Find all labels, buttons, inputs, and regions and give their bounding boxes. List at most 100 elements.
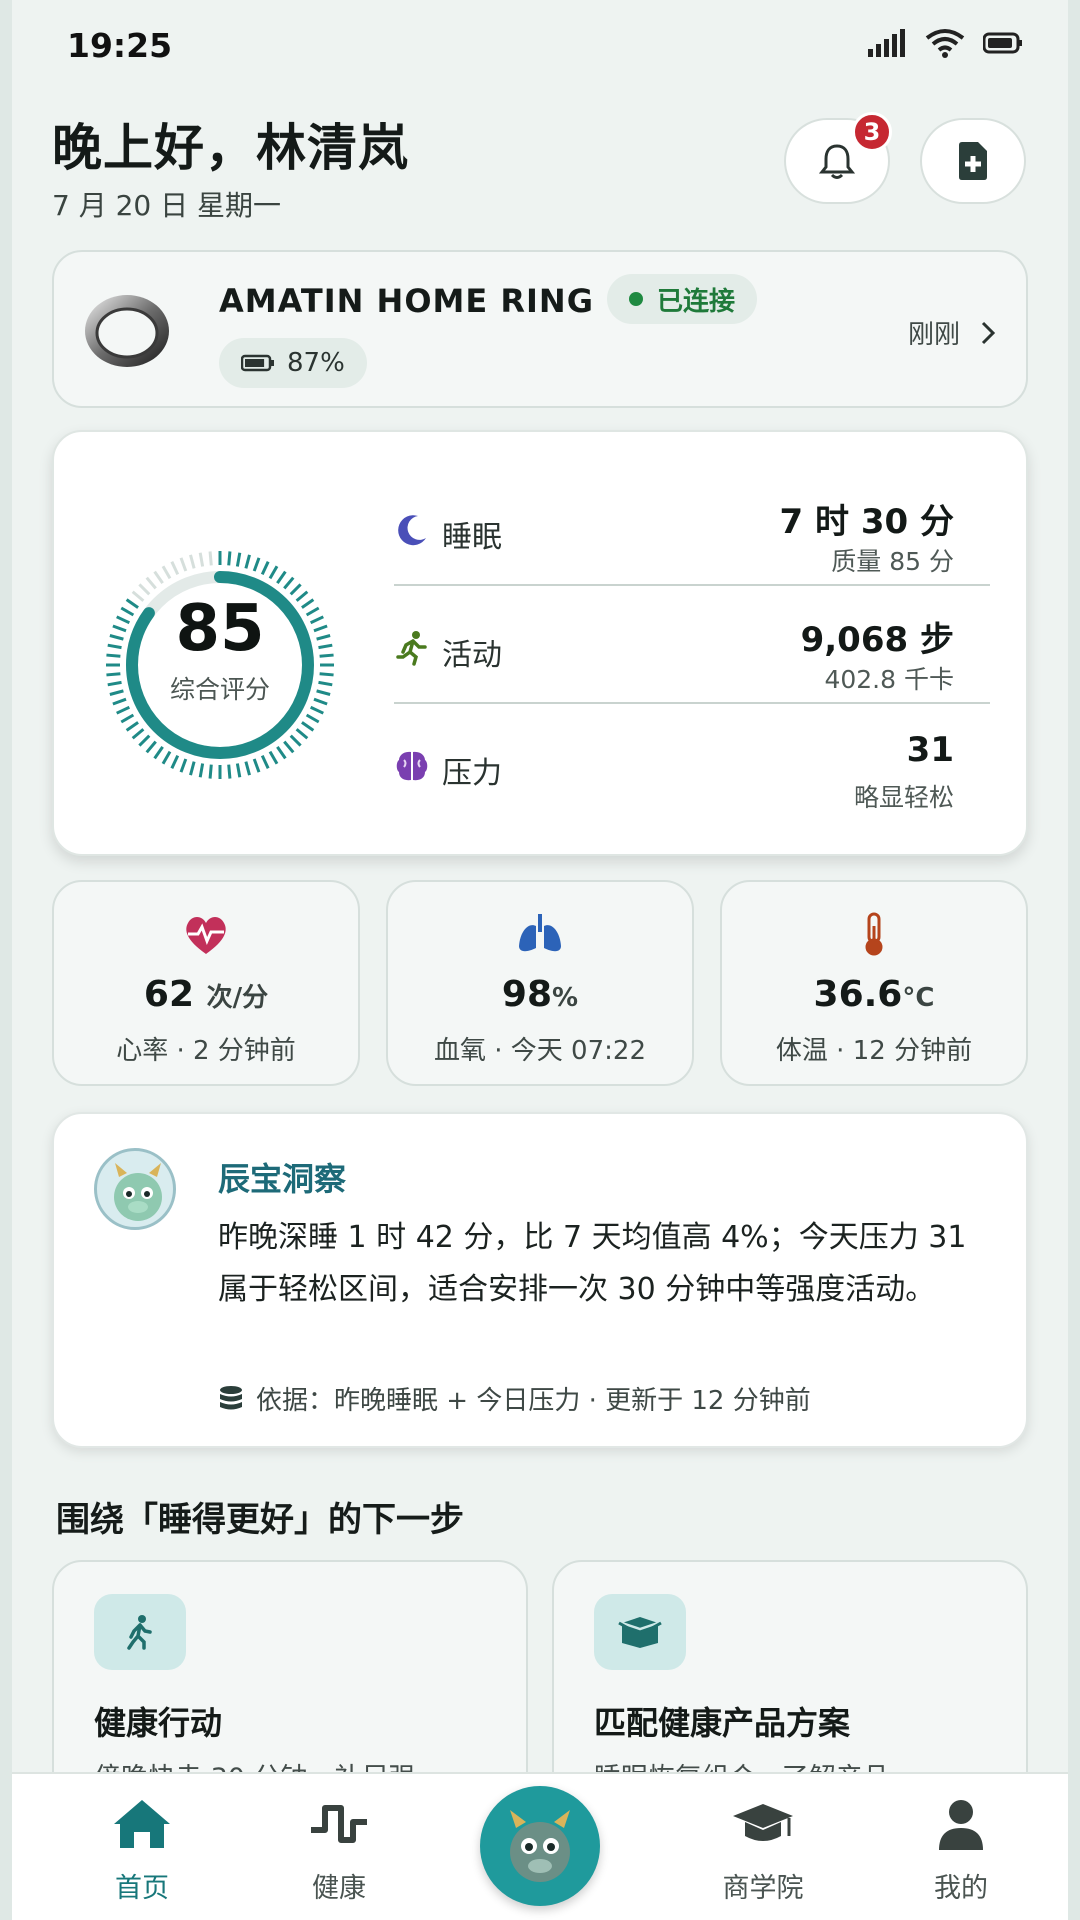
metric-subvalue: 402.8 千卡 — [824, 665, 954, 694]
score-ring-tick — [170, 561, 180, 576]
tab-label: 首页 — [115, 1873, 169, 1904]
device-card[interactable]: AMATIN HOME RING 已连接 87% 刚刚 — [52, 250, 1028, 408]
tab-academy[interactable]: 商学院 — [688, 1796, 838, 1905]
brain-icon — [396, 751, 428, 781]
add-record-button[interactable] — [920, 118, 1026, 204]
score-ring-tick — [161, 565, 172, 580]
score-ring-tick — [198, 552, 205, 567]
device-name: AMATIN HOME RING — [219, 282, 594, 320]
vital-value: 98% — [388, 974, 692, 1015]
vital-caption: 体温 · 12 分钟前 — [775, 1036, 973, 1066]
metric-activity[interactable]: 活动 9,068 步 402.8 千卡 — [394, 590, 994, 708]
vital-caption: 血氧 · 今天 07:22 — [434, 1036, 646, 1066]
score-label: 综合评分 — [169, 675, 270, 704]
vital-caption: 心率 · 2 分钟前 — [116, 1036, 296, 1066]
metric-stress[interactable]: 压力 31 略显轻松 — [394, 708, 994, 826]
score-ring-tick — [283, 576, 295, 590]
score-ring-tick — [260, 754, 270, 769]
score-value: 85 — [175, 592, 265, 666]
step-icon-container — [94, 1594, 186, 1670]
score-ring-tick — [170, 754, 180, 769]
insight-title: 辰宝洞察 — [218, 1160, 347, 1198]
score-ring-tick — [227, 764, 232, 779]
smart-ring-image — [85, 295, 169, 367]
score-ring-tick — [153, 570, 164, 584]
score-ring-tick — [189, 554, 196, 569]
user-icon — [939, 1800, 983, 1850]
status-time: 19:25 — [67, 26, 173, 65]
tab-health[interactable]: 健康 — [264, 1796, 414, 1905]
next-steps-title: 围绕「睡得更好」的下一步 — [56, 1500, 464, 1540]
heart-pulse-icon — [186, 917, 226, 954]
divider — [394, 584, 990, 586]
score-ring-tick — [268, 565, 279, 580]
score-ring-tick — [260, 561, 270, 576]
step-title: 健康行动 — [94, 1704, 223, 1742]
dragon-mascot-icon — [510, 1810, 570, 1882]
vital-unit: 次/分 — [206, 983, 269, 1013]
box-icon — [618, 1617, 662, 1648]
tab-label: 我的 — [934, 1873, 988, 1904]
metric-label: 活动 — [442, 638, 502, 673]
lungs-icon — [519, 914, 561, 952]
metric-subvalue: 略显轻松 — [853, 783, 954, 812]
health-score-card[interactable]: 85 综合评分 睡眠 7 时 30 分 质量 85 分 活动 9,068 步 4… — [52, 430, 1028, 856]
score-ring-tick — [283, 740, 295, 754]
tab-home[interactable]: 首页 — [67, 1796, 217, 1905]
score-ring-tick — [179, 557, 188, 572]
vital-unit: % — [552, 983, 579, 1013]
tab-label: 健康 — [312, 1873, 366, 1904]
metric-value: 9,068 步 — [800, 620, 954, 660]
vital-card-blood-oxygen[interactable]: 98% 血氧 · 今天 07:22 — [386, 880, 694, 1086]
last-sync[interactable]: 刚刚 — [908, 314, 996, 351]
metric-label: 睡眠 — [442, 520, 502, 555]
score-ring-tick — [116, 705, 131, 715]
battery-percent: 87% — [287, 348, 345, 378]
vital-value: 36.6°C — [722, 974, 1026, 1015]
metric-sleep[interactable]: 睡眠 7 时 30 分 质量 85 分 — [394, 472, 994, 590]
insight-card[interactable]: 辰宝洞察 昨晚深睡 1 时 42 分，比 7 天均值高 4%；今天压力 31 属… — [52, 1112, 1028, 1448]
score-ring-tick — [120, 713, 135, 724]
score-ring-tick — [268, 750, 279, 765]
score-ring-tick — [125, 721, 139, 732]
signal-icon — [868, 29, 905, 57]
vital-number: 62 — [143, 974, 195, 1015]
score-ring-tick — [309, 705, 324, 715]
score-ring-tick — [138, 734, 151, 747]
greeting-title: 晚上好，林清岚 — [52, 119, 409, 177]
score-ring-tick — [208, 551, 213, 566]
battery-pill: 87% — [219, 338, 367, 388]
vital-number: 98 — [501, 974, 553, 1015]
metric-subvalue: 质量 85 分 — [831, 547, 954, 576]
notification-button[interactable]: 3 — [784, 112, 892, 204]
step-title: 匹配健康产品方案 — [594, 1704, 851, 1742]
score-ring-tick — [208, 764, 213, 779]
status-bar: 19:25 — [12, 0, 1068, 90]
score-ring-tick — [153, 746, 164, 760]
score-ring-tick — [145, 576, 157, 590]
running-icon — [396, 631, 427, 666]
moon-icon — [398, 515, 426, 546]
step-icon-container — [594, 1594, 686, 1670]
tab-me[interactable]: 我的 — [886, 1796, 1036, 1905]
vital-card-temperature[interactable]: 36.6°C 体温 · 12 分钟前 — [720, 880, 1028, 1086]
status-icons — [867, 28, 1023, 58]
mascot-center-button[interactable] — [480, 1786, 600, 1906]
medical-document-icon — [959, 142, 987, 180]
score-ring-tick — [276, 570, 287, 584]
chevron-right-icon — [981, 321, 996, 344]
score-ring-tick — [161, 750, 172, 765]
battery-level-icon — [241, 354, 274, 372]
score-ring-tick — [235, 552, 242, 567]
insight-body: 昨晚深睡 1 时 42 分，比 7 天均值高 4%；今天压力 31 属于轻松区间… — [218, 1220, 967, 1307]
dragon-mascot-avatar — [94, 1148, 176, 1230]
score-ring-tick — [252, 557, 261, 572]
score-ring-tick — [301, 721, 315, 732]
bell-icon — [819, 144, 855, 179]
bottom-tab-bar: 首页 健康 商学院 我的 — [12, 1772, 1068, 1920]
vital-card-heart-rate[interactable]: 62 次/分 心率 · 2 分钟前 — [52, 880, 360, 1086]
battery-icon — [983, 32, 1022, 54]
divider — [394, 702, 990, 704]
score-ring-tick — [198, 763, 205, 778]
score-ring-tick — [276, 746, 287, 760]
